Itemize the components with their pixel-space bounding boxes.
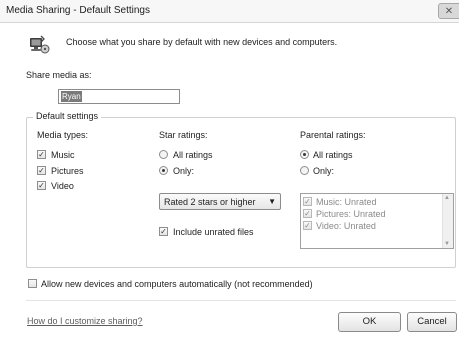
check-icon: ✓ [38, 181, 45, 190]
chevron-down-icon: ▼ [268, 197, 276, 206]
include-unrated-label: Include unrated files [173, 227, 254, 237]
pictures-label: Pictures [51, 166, 84, 176]
video-label: Video [51, 181, 74, 191]
star-all-ratings-radio[interactable] [159, 150, 168, 159]
header-description: Choose what you share by default with ne… [66, 37, 338, 47]
parental-all-ratings-radio[interactable] [300, 150, 309, 159]
star-rating-dropdown[interactable]: Rated 2 stars or higher ▼ [159, 193, 281, 210]
check-icon: ✓ [304, 221, 311, 230]
pictures-unrated-checkbox[interactable]: ✓ [303, 209, 312, 218]
close-button[interactable]: ✓✕ [438, 3, 459, 19]
pictures-checkbox[interactable]: ✓ [37, 166, 46, 175]
music-unrated-checkbox[interactable]: ✓ [303, 197, 312, 206]
cancel-button[interactable]: Cancel [407, 312, 457, 332]
divider [26, 300, 456, 301]
star-all-ratings-label: All ratings [173, 150, 213, 160]
check-icon: ✓ [38, 150, 45, 159]
video-unrated-label: Video: Unrated [316, 221, 376, 231]
parental-only-label: Only: [313, 166, 335, 176]
allow-new-devices-label: Allow new devices and computers automati… [41, 279, 313, 289]
list-scrollbar[interactable]: ▲ ▼ [442, 194, 453, 248]
star-ratings-heading: Star ratings: [159, 130, 208, 140]
ok-button[interactable]: OK [338, 312, 401, 332]
check-icon: ✓ [160, 227, 167, 236]
default-settings-title: Default settings [33, 111, 102, 121]
scroll-up-icon[interactable]: ▲ [444, 195, 450, 201]
video-unrated-checkbox[interactable]: ✓ [303, 221, 312, 230]
scroll-down-icon[interactable]: ▼ [444, 241, 450, 247]
share-name-value: Ryan [61, 91, 82, 102]
check-icon: ✓ [38, 166, 45, 175]
star-only-label: Only: [173, 166, 195, 176]
include-unrated-checkbox[interactable]: ✓ [159, 227, 168, 236]
share-name-input[interactable]: Ryan [58, 89, 180, 104]
help-link[interactable]: How do I customize sharing? [27, 316, 143, 326]
music-label: Music [51, 150, 75, 160]
close-glyph: ✕ [444, 6, 454, 17]
video-checkbox[interactable]: ✓ [37, 181, 46, 190]
star-only-radio[interactable] [159, 166, 168, 175]
music-checkbox[interactable]: ✓ [37, 150, 46, 159]
check-icon: ✓ [304, 209, 311, 218]
parental-ratings-heading: Parental ratings: [300, 130, 366, 140]
media-sharing-icon [30, 35, 50, 54]
allow-new-devices-checkbox[interactable] [28, 279, 37, 288]
media-types-heading: Media types: [37, 130, 89, 140]
star-rating-value: Rated 2 stars or higher [164, 197, 256, 207]
window-title: Media Sharing - Default Settings [6, 5, 150, 16]
music-unrated-label: Music: Unrated [316, 197, 377, 207]
share-media-label: Share media as: [26, 70, 92, 80]
pictures-unrated-label: Pictures: Unrated [316, 209, 386, 219]
parental-only-radio[interactable] [300, 166, 309, 175]
check-icon: ✓ [304, 197, 311, 206]
parental-all-ratings-label: All ratings [313, 150, 353, 160]
